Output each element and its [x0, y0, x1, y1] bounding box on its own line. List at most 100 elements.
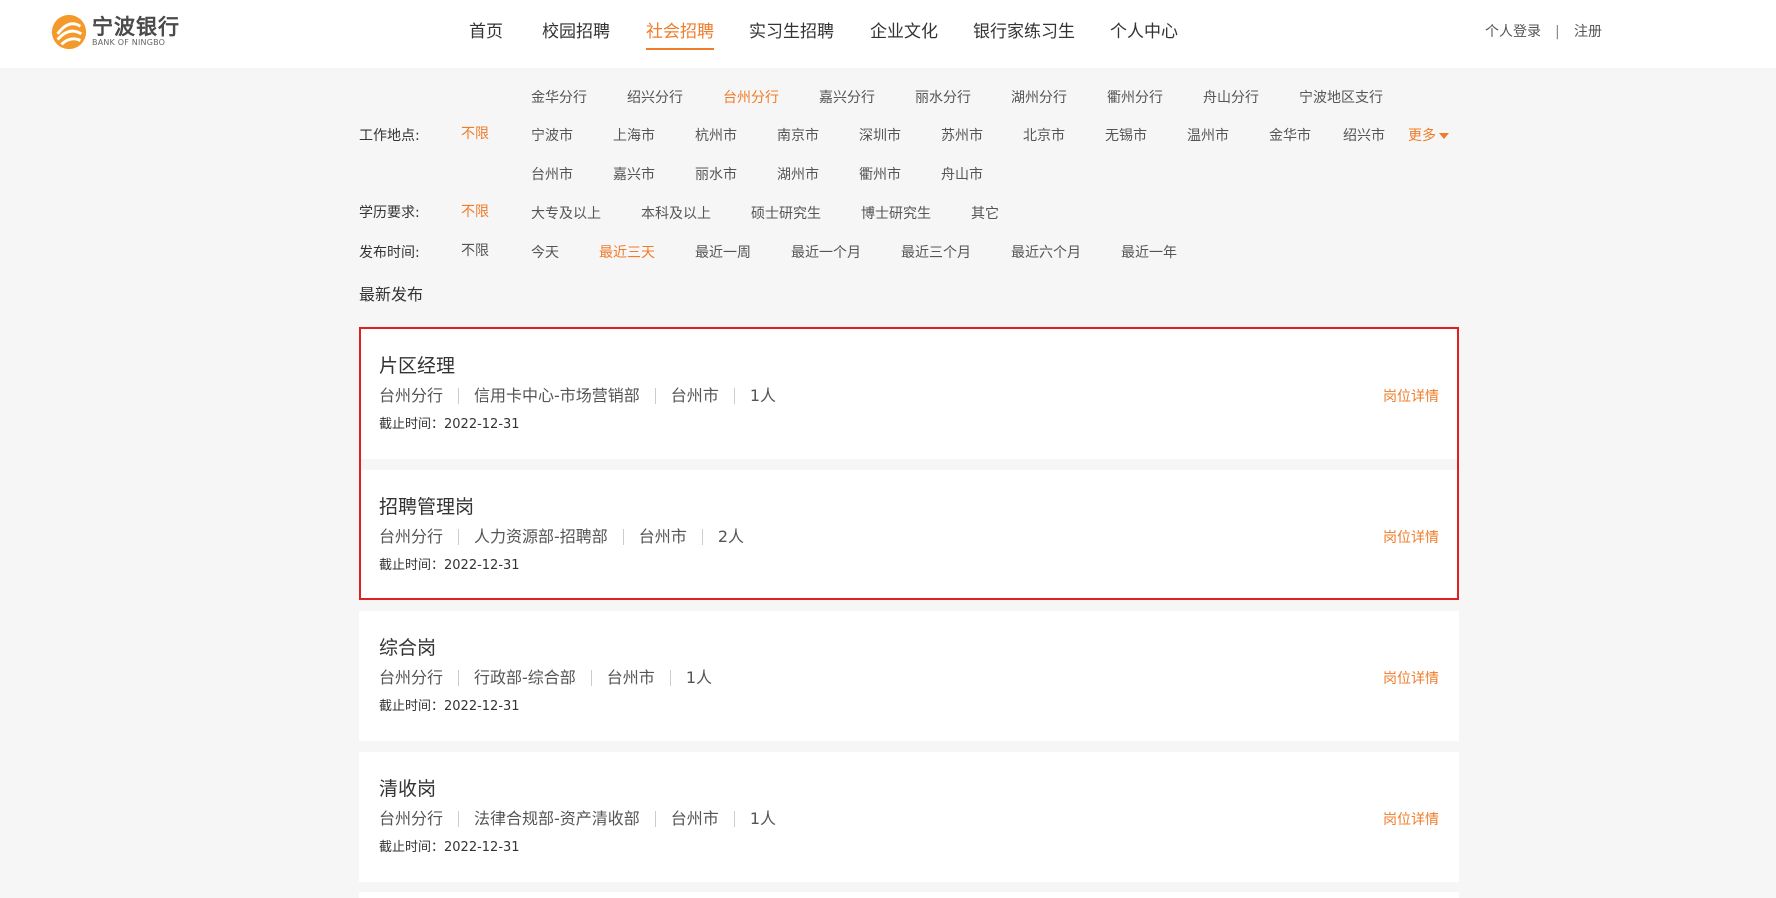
- job-headcount: 1人: [749, 386, 776, 405]
- branch-option[interactable]: 嘉兴分行: [819, 88, 875, 108]
- city-option[interactable]: 深圳市: [859, 126, 901, 146]
- time-option[interactable]: 最近一个月: [791, 243, 861, 263]
- job-deadline: 截止时间：2022-12-31: [379, 417, 520, 432]
- meta-divider: [654, 811, 656, 827]
- job-card[interactable]: 综合岗 台州分行 行政部-综合部 台州市 1人 截止时间：2022-12-31 …: [359, 611, 1459, 741]
- meta-divider: [654, 388, 656, 404]
- education-option[interactable]: 其它: [971, 204, 999, 224]
- bank-logo[interactable]: 宁波银行 BANK OF NINGBO: [50, 12, 180, 52]
- site-header: 宁波银行 BANK OF NINGBO 首页 校园招聘 社会招聘 实习生招聘 企…: [0, 0, 1776, 68]
- job-detail-link[interactable]: 岗位详情: [1383, 388, 1439, 406]
- job-meta: 台州分行 法律合规部-资产清收部 台州市 1人: [379, 808, 776, 830]
- job-city: 台州市: [606, 668, 655, 687]
- job-title[interactable]: 片区经理: [379, 353, 455, 379]
- branch-option[interactable]: 舟山分行: [1203, 88, 1259, 108]
- time-option[interactable]: 今天: [531, 243, 559, 263]
- branch-option[interactable]: 金华分行: [531, 88, 587, 108]
- branch-option[interactable]: 衢州分行: [1107, 88, 1163, 108]
- time-option-selected[interactable]: 最近三天: [599, 243, 655, 263]
- location-option-all[interactable]: 不限: [461, 124, 489, 144]
- city-option[interactable]: 舟山市: [941, 165, 983, 185]
- job-city: 台州市: [670, 386, 719, 405]
- job-headcount: 2人: [717, 527, 744, 546]
- city-option[interactable]: 温州市: [1187, 126, 1229, 146]
- job-card[interactable]: 清收岗 台州分行 法律合规部-资产清收部 台州市 1人 截止时间：2022-12…: [359, 752, 1459, 882]
- nav-home[interactable]: 首页: [469, 20, 503, 44]
- more-locations-button[interactable]: 更多: [1408, 126, 1449, 146]
- education-option-all[interactable]: 不限: [461, 202, 489, 222]
- job-department: 人力资源部-招聘部: [474, 527, 608, 546]
- chevron-down-icon: [1439, 133, 1449, 139]
- city-option[interactable]: 宁波市: [531, 126, 573, 146]
- branch-option[interactable]: 丽水分行: [915, 88, 971, 108]
- city-option[interactable]: 苏州市: [941, 126, 983, 146]
- meta-divider: [733, 388, 735, 404]
- job-card[interactable]: 片区经理 台州分行 信用卡中心-市场营销部 台州市 1人 截止时间：2022-1…: [359, 329, 1459, 459]
- job-detail-link[interactable]: 岗位详情: [1383, 670, 1439, 688]
- meta-divider: [733, 811, 735, 827]
- job-meta: 台州分行 行政部-综合部 台州市 1人: [379, 667, 712, 689]
- time-option-all[interactable]: 不限: [461, 241, 489, 261]
- meta-divider: [701, 529, 703, 545]
- education-option[interactable]: 大专及以上: [531, 204, 601, 224]
- time-option[interactable]: 最近一周: [695, 243, 751, 263]
- job-title[interactable]: 综合岗: [379, 635, 436, 661]
- meta-divider: [458, 670, 460, 686]
- city-option[interactable]: 杭州市: [695, 126, 737, 146]
- education-option[interactable]: 硕士研究生: [751, 204, 821, 224]
- time-option[interactable]: 最近六个月: [1011, 243, 1081, 263]
- job-headcount: 1人: [749, 809, 776, 828]
- city-option[interactable]: 衢州市: [859, 165, 901, 185]
- job-deadline: 截止时间：2022-12-31: [379, 558, 520, 573]
- city-option[interactable]: 绍兴市: [1343, 126, 1385, 146]
- bank-logo-icon: [51, 14, 87, 50]
- job-branch: 台州分行: [379, 386, 444, 405]
- nav-intern-recruitment[interactable]: 实习生招聘: [749, 20, 834, 44]
- job-card-partial: [359, 892, 1459, 898]
- more-locations-label: 更多: [1408, 128, 1436, 144]
- nav-corporate-culture[interactable]: 企业文化: [870, 20, 938, 44]
- branch-option[interactable]: 绍兴分行: [627, 88, 683, 108]
- city-option[interactable]: 湖州市: [777, 165, 819, 185]
- job-detail-link[interactable]: 岗位详情: [1383, 811, 1439, 829]
- register-link[interactable]: 注册: [1574, 22, 1602, 42]
- education-filter-label: 学历要求:: [359, 205, 420, 221]
- job-title[interactable]: 清收岗: [379, 776, 436, 802]
- city-option[interactable]: 嘉兴市: [613, 165, 655, 185]
- job-city: 台州市: [638, 527, 687, 546]
- city-option[interactable]: 丽水市: [695, 165, 737, 185]
- time-option[interactable]: 最近一年: [1121, 243, 1177, 263]
- city-option[interactable]: 无锡市: [1105, 126, 1147, 146]
- job-department: 行政部-综合部: [474, 668, 576, 687]
- job-city: 台州市: [670, 809, 719, 828]
- job-deadline: 截止时间：2022-12-31: [379, 840, 520, 855]
- job-headcount: 1人: [685, 668, 712, 687]
- nav-personal-center[interactable]: 个人中心: [1110, 20, 1178, 44]
- branch-option-selected[interactable]: 台州分行: [723, 88, 779, 108]
- time-filter-label: 发布时间:: [359, 245, 420, 261]
- nav-banker-trainee[interactable]: 银行家练习生: [973, 20, 1075, 44]
- job-title[interactable]: 招聘管理岗: [379, 494, 474, 520]
- nav-campus-recruitment[interactable]: 校园招聘: [542, 20, 610, 44]
- login-link[interactable]: 个人登录: [1485, 22, 1541, 42]
- job-department: 法律合规部-资产清收部: [474, 809, 640, 828]
- city-option[interactable]: 北京市: [1023, 126, 1065, 146]
- meta-divider: [458, 811, 460, 827]
- branch-option[interactable]: 湖州分行: [1011, 88, 1067, 108]
- job-department: 信用卡中心-市场营销部: [474, 386, 640, 405]
- city-option[interactable]: 台州市: [531, 165, 573, 185]
- time-option[interactable]: 最近三个月: [901, 243, 971, 263]
- job-meta: 台州分行 信用卡中心-市场营销部 台州市 1人: [379, 385, 776, 407]
- city-option[interactable]: 金华市: [1269, 126, 1311, 146]
- education-option[interactable]: 本科及以上: [641, 204, 711, 224]
- city-option[interactable]: 上海市: [613, 126, 655, 146]
- city-option[interactable]: 南京市: [777, 126, 819, 146]
- job-detail-link[interactable]: 岗位详情: [1383, 529, 1439, 547]
- job-deadline: 截止时间：2022-12-31: [379, 699, 520, 714]
- job-card[interactable]: 招聘管理岗 台州分行 人力资源部-招聘部 台州市 2人 截止时间：2022-12…: [359, 470, 1459, 600]
- education-option[interactable]: 博士研究生: [861, 204, 931, 224]
- logo-name-cn: 宁波银行: [92, 15, 180, 39]
- branch-option[interactable]: 宁波地区支行: [1299, 88, 1383, 108]
- meta-divider: [458, 529, 460, 545]
- nav-social-recruitment[interactable]: 社会招聘: [646, 20, 714, 50]
